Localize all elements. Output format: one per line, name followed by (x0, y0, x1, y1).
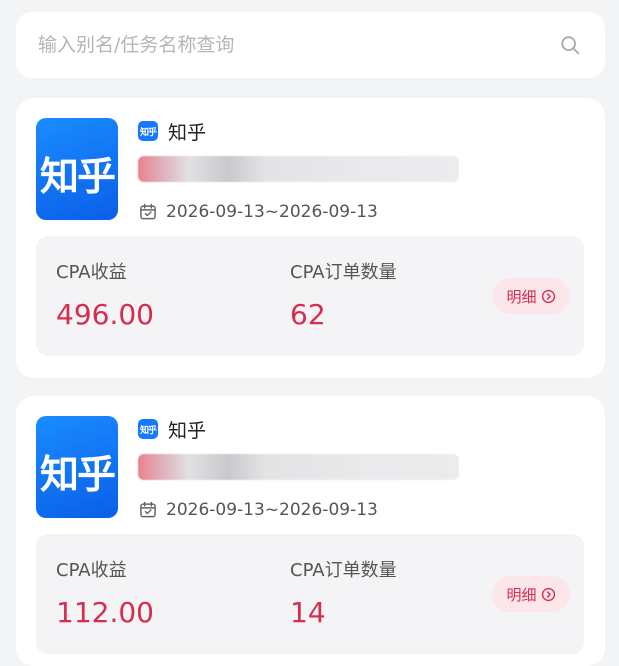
task-card: 知乎 知乎 知乎 2026-09-13~2026-09-13 CPA收益 112… (16, 396, 605, 666)
stats-panel: CPA收益 496.00 CPA订单数量 62 明细 (36, 236, 584, 356)
platform-row: 知乎 知乎 (138, 118, 206, 144)
app-logo: 知乎 (36, 416, 118, 518)
date-range: 2026-09-13~2026-09-13 (166, 500, 378, 520)
platform-row: 知乎 知乎 (138, 416, 206, 442)
platform-name: 知乎 (168, 121, 207, 144)
app-logo-text: 知乎 (39, 453, 116, 498)
task-name-redacted (138, 454, 459, 480)
search-bar[interactable] (16, 12, 605, 78)
orders-label: CPA订单数量 (290, 262, 397, 283)
search-icon[interactable] (559, 34, 581, 56)
chevron-right-circle-icon (541, 587, 555, 601)
stats-panel: CPA收益 112.00 CPA订单数量 14 明细 (36, 534, 584, 654)
detail-button[interactable]: 明细 (492, 576, 570, 612)
date-row: 2026-09-13~2026-09-13 (138, 498, 378, 522)
platform-badge-icon: 知乎 (138, 121, 158, 141)
task-card: 知乎 知乎 知乎 2026-09-13~2026-09-13 CPA收益 496… (16, 98, 605, 378)
chevron-right-circle-icon (541, 289, 555, 303)
platform-name: 知乎 (168, 419, 207, 442)
revenue-value: 496.00 (56, 298, 154, 331)
detail-button[interactable]: 明细 (492, 278, 570, 314)
platform-badge-icon: 知乎 (138, 419, 158, 439)
detail-button-label: 明细 (506, 287, 537, 306)
orders-label: CPA订单数量 (290, 560, 397, 581)
app-logo-text: 知乎 (39, 155, 116, 200)
date-row: 2026-09-13~2026-09-13 (138, 200, 378, 224)
search-input[interactable] (38, 26, 518, 64)
detail-button-label: 明细 (506, 585, 537, 604)
orders-value: 14 (290, 596, 326, 629)
date-range: 2026-09-13~2026-09-13 (166, 202, 378, 222)
task-name-redacted (138, 156, 459, 182)
revenue-label: CPA收益 (56, 262, 127, 283)
calendar-icon (140, 203, 156, 220)
orders-value: 62 (290, 298, 326, 331)
revenue-value: 112.00 (56, 596, 154, 629)
calendar-icon (140, 501, 156, 518)
app-logo: 知乎 (36, 118, 118, 220)
revenue-label: CPA收益 (56, 560, 127, 581)
